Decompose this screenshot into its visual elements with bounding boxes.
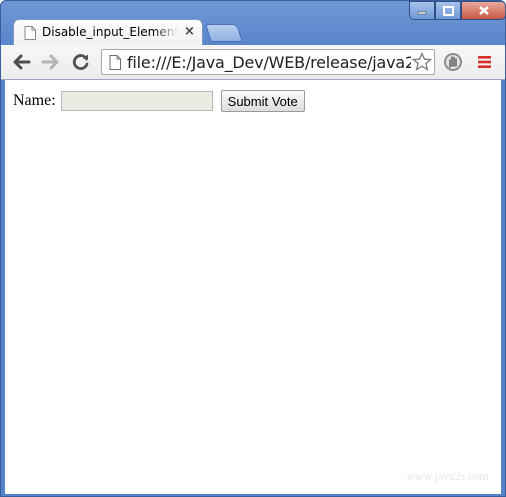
forward-arrow-icon (41, 54, 59, 70)
back-button[interactable] (11, 52, 31, 72)
page-content: Name: Submit Vote www.java2s.com (5, 80, 501, 494)
window-controls (409, 1, 505, 21)
vote-form: Name: Submit Vote (13, 90, 305, 112)
title-bar: Disable_input_Elements_in × (1, 1, 505, 45)
maximize-button[interactable] (435, 1, 461, 20)
back-arrow-icon (13, 54, 31, 70)
reload-icon (72, 54, 89, 70)
watermark: www.java2s.com (406, 469, 489, 483)
menu-button[interactable] (475, 52, 495, 72)
bookmark-star-icon[interactable] (411, 51, 433, 77)
page-icon (24, 26, 36, 45)
tab-active[interactable]: Disable_input_Elements_in × (13, 19, 203, 45)
browser-window: Disable_input_Elements_in × (0, 0, 506, 497)
hamburger-menu-icon (478, 56, 491, 68)
name-input[interactable] (60, 91, 213, 111)
reload-button[interactable] (71, 52, 91, 72)
new-tab-button[interactable] (205, 24, 243, 42)
minimize-button[interactable] (409, 1, 435, 20)
close-button[interactable] (461, 1, 505, 20)
browser-toolbar: file:///E:/Java_Dev/WEB/release/java2sID (1, 45, 505, 80)
forward-button[interactable] (41, 52, 61, 72)
tab-close-icon[interactable]: × (184, 25, 195, 39)
page-icon (109, 55, 121, 75)
close-icon (478, 6, 489, 15)
tab-title: Disable_input_Elements_in (42, 25, 178, 39)
name-label: Name: (13, 92, 56, 109)
address-url[interactable]: file:///E:/Java_Dev/WEB/release/java2sID (127, 53, 411, 72)
minimize-icon (417, 11, 427, 14)
submit-vote-button[interactable]: Submit Vote (220, 90, 305, 112)
restore-icon (442, 5, 454, 16)
extension-button[interactable] (443, 52, 463, 72)
address-bar[interactable]: file:///E:/Java_Dev/WEB/release/java2sID (101, 49, 435, 75)
hand-extension-icon (444, 53, 462, 71)
